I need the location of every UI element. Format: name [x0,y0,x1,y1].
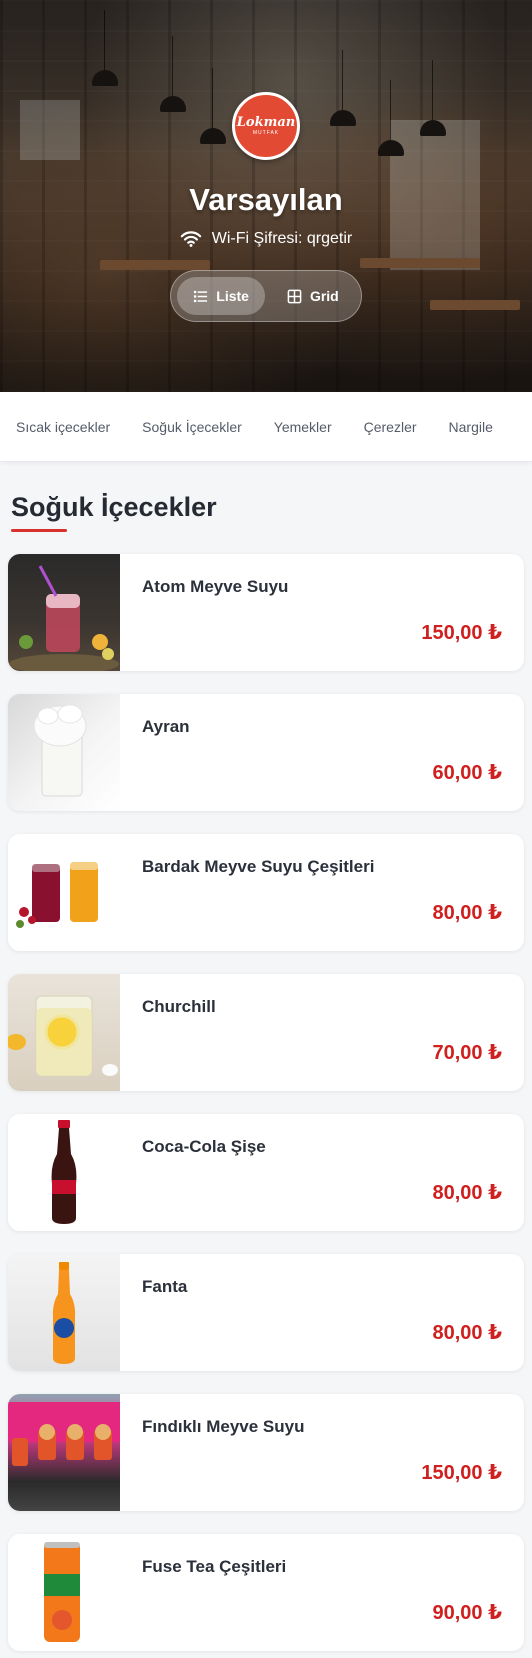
product-price: 80,00 ₺ [432,902,502,924]
product-price: 60,00 ₺ [432,762,502,784]
product-price: 80,00 ₺ [432,1322,502,1344]
product-card[interactable]: Bardak Meyve Suyu Çeşitleri 80,00 ₺ [8,834,524,951]
wifi-info: Wi-Fi Şifresi: qrgetir [180,230,352,248]
venue-logo: Lokman MUTFAK [232,92,300,160]
grid-icon [287,289,302,303]
product-image [8,1534,120,1651]
grid-view-label: Grid [309,288,339,304]
product-card[interactable]: Churchill 70,00 ₺ [8,974,524,1091]
product-name: Churchill [142,997,216,1016]
product-name: Fuse Tea Çeşitleri [142,1557,287,1576]
list-icon [194,290,208,302]
list-view-button[interactable]: Liste [177,277,265,315]
hero-header: Lokman MUTFAK Varsayılan Wi-Fi Şifresi: … [0,0,532,392]
product-image [8,554,120,671]
logo-text: Lokman [236,115,296,130]
category-tab-soguk[interactable]: Soğuk İçecekler [126,419,258,435]
logo-subtext: MUTFAK [252,130,280,136]
wifi-password: Wi-Fi Şifresi: qrgetir [211,230,353,247]
product-card[interactable]: Fanta 80,00 ₺ [8,1254,524,1371]
product-card[interactable]: Ayran 60,00 ₺ [8,694,524,811]
wifi-icon [180,231,202,247]
product-name: Ayran [142,717,190,736]
product-name: Fındıklı Meyve Suyu [142,1417,305,1436]
list-view-label: Liste [216,288,249,304]
venue-title: Varsayılan [189,182,343,217]
product-price: 90,00 ₺ [432,1602,502,1624]
grid-view-button[interactable]: Grid [271,277,355,315]
product-image [8,694,120,811]
category-nav: Sıcak içecekler Soğuk İçecekler Yemekler… [0,392,532,462]
product-image [8,1114,120,1231]
product-image [8,974,120,1091]
category-tab-sicak[interactable]: Sıcak içecekler [0,419,126,435]
product-image [8,834,120,951]
category-tab-yemekler[interactable]: Yemekler [258,419,348,435]
product-name: Atom Meyve Suyu [142,577,289,596]
product-price: 150,00 ₺ [421,622,502,644]
category-tab-cerezler[interactable]: Çerezler [348,419,433,435]
product-card[interactable]: Coca-Cola Şişe 80,00 ₺ [8,1114,524,1231]
product-list: Atom Meyve Suyu 150,00 ₺ Ayran 60,00 ₺ B… [0,532,532,1651]
product-price: 70,00 ₺ [432,1042,502,1064]
category-tab-nargile[interactable]: Nargile [433,419,509,435]
section-title: Soğuk İçecekler [11,492,217,522]
product-image [8,1254,120,1371]
product-card[interactable]: Atom Meyve Suyu 150,00 ₺ [8,554,524,671]
view-toggle: Liste Grid [170,270,362,322]
product-name: Coca-Cola Şişe [142,1137,266,1156]
section-header: Soğuk İçecekler [0,462,532,532]
product-name: Bardak Meyve Suyu Çeşitleri [142,857,375,876]
product-name: Fanta [142,1277,188,1296]
product-price: 80,00 ₺ [432,1182,502,1204]
product-card[interactable]: Fuse Tea Çeşitleri 90,00 ₺ [8,1534,524,1651]
product-image [8,1394,120,1511]
product-card[interactable]: Fındıklı Meyve Suyu 150,00 ₺ [8,1394,524,1511]
product-price: 150,00 ₺ [421,1462,502,1484]
